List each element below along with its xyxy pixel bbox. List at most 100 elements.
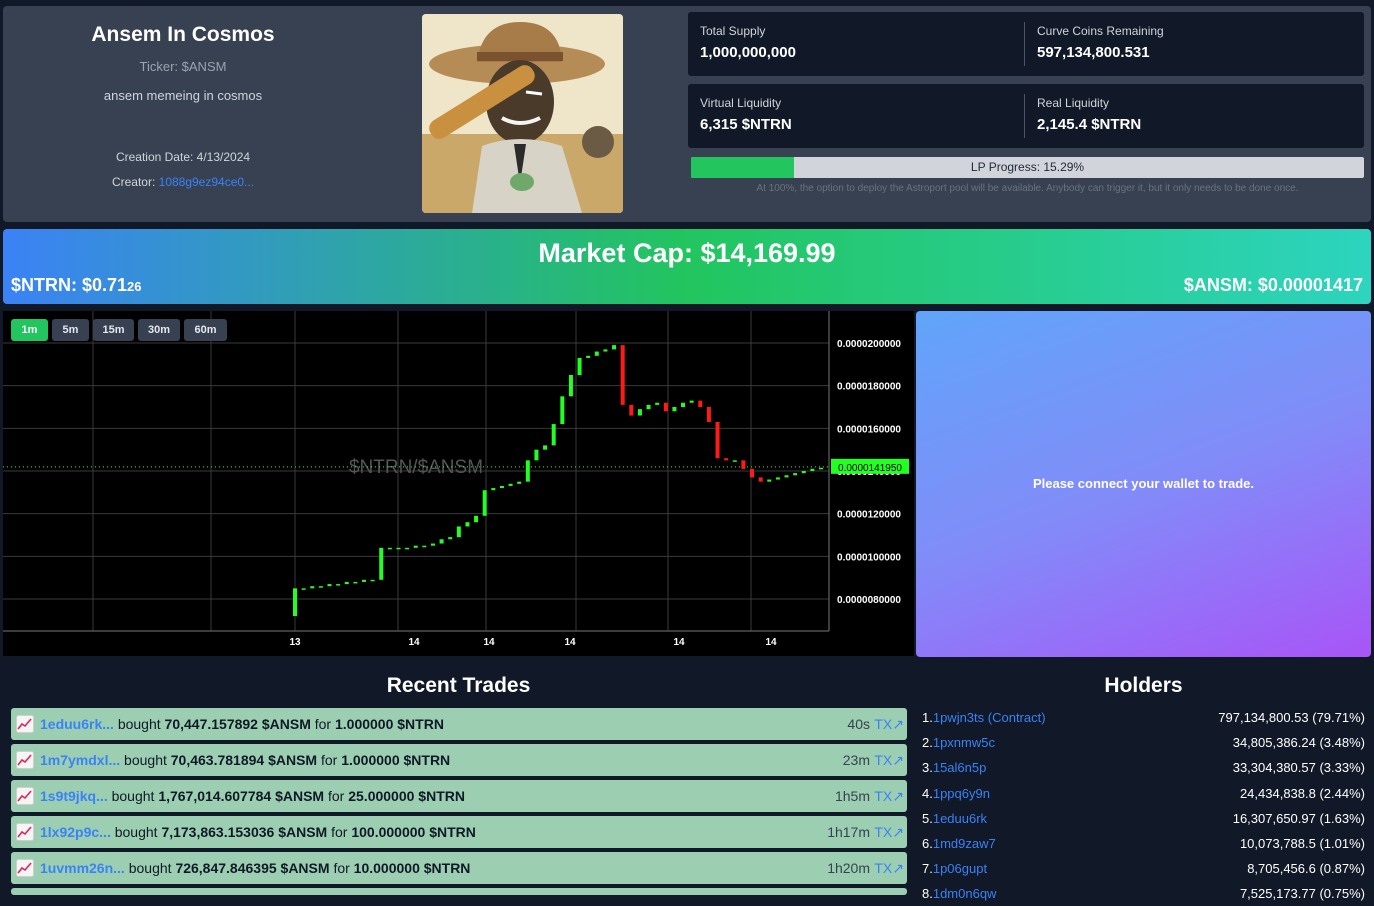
curve-coins-label: Curve Coins Remaining [1037,24,1164,38]
candle [361,579,366,582]
candle [681,402,686,407]
tx-link[interactable]: TX↗ [874,716,904,733]
candle [499,485,504,489]
token-name: Ansem In Cosmos [91,23,275,46]
candle [810,468,815,471]
trader-address-link[interactable]: 1eduu6rk... [40,716,114,732]
y-tick-label: 0.0000100000 [837,552,901,563]
candle [430,543,435,546]
timeframe-1m-button[interactable]: 1m [11,319,48,341]
holder-amount: 10,073,788.5 (1.01%) [1239,836,1365,851]
trade-description: 1s9t9jkq... bought 1,767,014.607784 $ANS… [40,788,465,804]
candle [741,460,746,469]
tx-link[interactable]: TX↗ [874,752,904,769]
candle [474,515,479,523]
creation-date: Creation Date: 4/13/2024 [115,150,251,164]
curve-coins-cell: Curve Coins Remaining 597,134,800.531 [1025,12,1361,76]
holder-rank: 8. [922,886,933,902]
holder-address-link[interactable]: 1pxnmw5c [933,735,995,750]
trader-address-link[interactable]: 1lx92p9c... [40,824,111,840]
price-chart[interactable]: 0.0000200000 0.0000180000 0.0000160000 0.00… [3,311,914,656]
candle [715,421,720,459]
lp-note: At 100%, the option to deploy the Astrop… [756,183,1299,194]
candle [646,404,651,410]
candle [310,586,315,589]
virtual-liquidity-label: Virtual Liquidity [700,96,782,110]
lp-progress-label: LP Progress: 15.29% [970,160,1085,174]
trade-age: 1h5m [834,788,870,804]
lp-progress-bar: LP Progress: 15.29% [691,157,1364,178]
real-liquidity-cell: Real Liquidity 2,145.4 $NTRN [1025,84,1361,148]
trader-address-link[interactable]: 1s9t9jkq... [40,788,108,804]
holder-row: 1.1pwjn3ts (Contract) 797,134,800.53 (79.… [922,710,1365,730]
candle [724,458,729,461]
candle [672,407,677,412]
tx-link[interactable]: TX↗ [874,860,904,877]
timeframe-60m-button[interactable]: 60m [184,319,227,341]
holder-rank: 1. [922,710,933,725]
timeframe-15m-button[interactable]: 15m [93,319,134,341]
holder-address-link[interactable]: 15al6n5p [933,760,987,775]
chart-canvas[interactable]: 0.0000200000 0.0000180000 0.0000160000 0.00… [3,311,914,656]
creator-line: Creator: 1088g9ez94ce0... [3,175,363,189]
timeframe-5m-button[interactable]: 5m [52,319,89,341]
y-tick-label: 0.0000160000 [837,424,901,435]
trade-action: bought [114,824,158,840]
candle [663,402,668,412]
trade-for: for [331,824,348,840]
holder-address-link[interactable]: 1ppq6y9n [933,786,990,801]
candle [801,471,806,474]
total-supply-label: Total Supply [700,24,766,38]
trade-for: for [314,716,332,732]
holder-address-link[interactable]: 1md9zaw7 [933,836,996,851]
trade-amount: 70,463.781894 $ANSM [170,752,318,768]
recent-trades-title: Recent Trades [386,674,531,697]
trade-amount: 70,447.157892 $ANSM [164,716,311,732]
holder-row: 4.1ppq6y9n 24,434,838.8 (2.44%) [922,786,1365,806]
timeframe-30m-button[interactable]: 30m [138,319,180,341]
candle [819,467,823,470]
trade-action: bought [111,788,155,804]
holder-amount: 8,705,456.6 (0.87%) [1247,861,1365,877]
connect-wallet-message: Please connect your wallet to trade. [1032,476,1255,491]
candle [594,351,599,356]
candle [784,475,789,478]
chart-up-icon [16,751,34,769]
holder-rank: 2. [922,735,933,751]
y-tick-label: 0.0000200000 [837,339,901,350]
total-supply-cell: Total Supply 1,000,000,000 [688,12,1024,76]
x-tick-label: 13 [289,637,301,648]
supply-stats: Total Supply 1,000,000,000 Curve Coins R… [688,12,1364,76]
candle [525,460,530,482]
holder-amount: 24,434,838.8 (2.44%) [1239,785,1365,801]
tx-link[interactable]: TX↗ [874,824,904,841]
trade-for: for [328,788,345,804]
candle [655,402,660,405]
holder-row: 7.1p06gupt 8,705,456.6 (0.87%) [922,861,1365,881]
holder-address-link[interactable]: 1p06gupt [933,861,987,876]
holder-row: 3.15al6n5p 33,304,380.57 (3.33%) [922,760,1365,780]
trade-row: 1lx92p9c... bought 7,173,863.153036 $ANS… [11,816,907,848]
trader-address-link[interactable]: 1uvmm26n... [40,860,125,876]
holders-title: Holders [1104,674,1183,697]
creator-label: Creator: [111,175,156,189]
trader-address-link[interactable]: 1m7ymdxl... [40,752,120,768]
holder-address-link[interactable]: 1eduu6rk [933,811,987,826]
candle [543,445,548,450]
x-tick-label: 14 [765,637,777,648]
x-tick-label: 14 [483,637,495,648]
creator-address-link[interactable]: 1088g9ez94ce0... [159,175,254,189]
holder-address-link[interactable]: 1dm0n6qw [933,886,997,901]
holder-address-link[interactable]: 1pwjn3ts (Contract) [933,710,1046,725]
candle [387,547,392,550]
candle [698,400,703,407]
candle [456,526,461,538]
ntrn-price-main: $NTRN: $0.71 [11,275,128,295]
tx-link[interactable]: TX↗ [874,788,904,805]
trade-amount: 1,767,014.607784 $ANSM [158,788,325,804]
candle [301,588,306,590]
trade-row: 1eduu6rk... bought 70,447.157892 $ANSM f… [11,708,907,740]
holder-rank: 5. [922,810,933,826]
candle [706,407,711,422]
holder-row: 5.1eduu6rk 16,307,650.97 (1.63%) [922,811,1365,831]
